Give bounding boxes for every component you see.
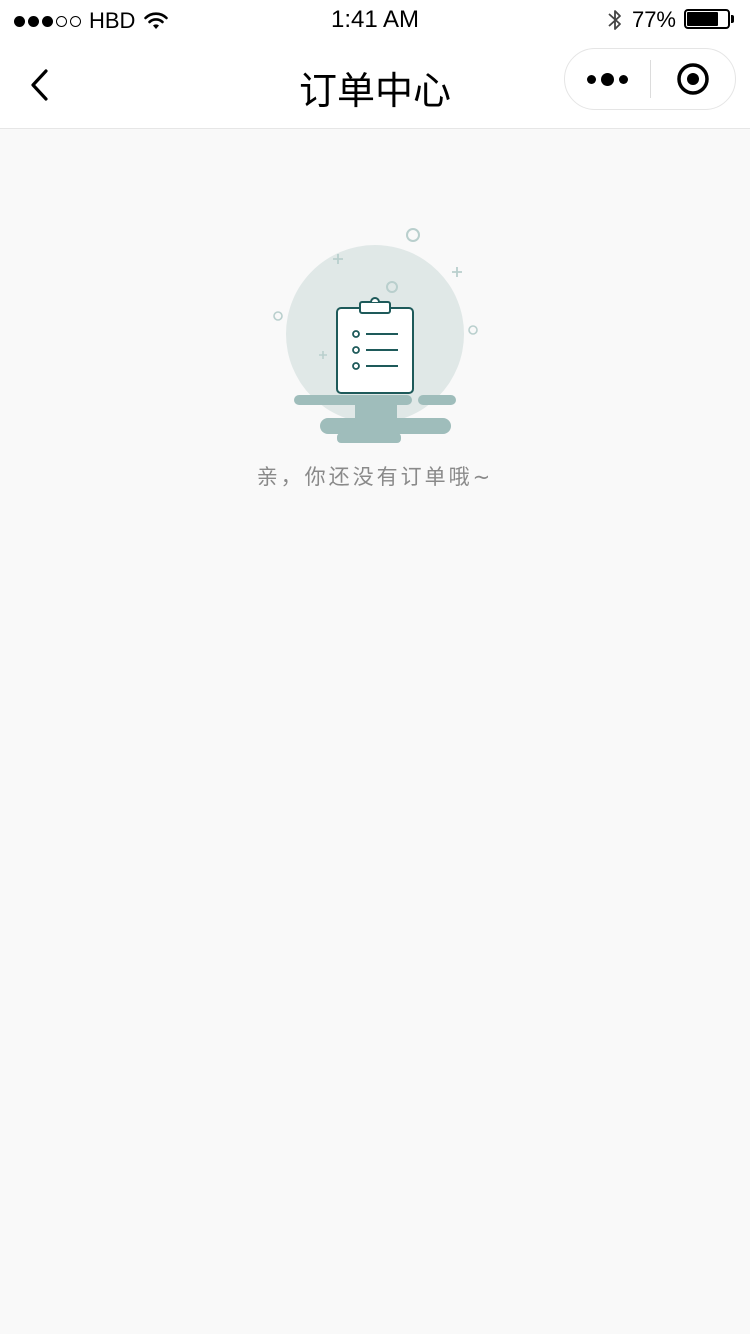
clipboard-icon (273, 228, 478, 443)
battery-icon (684, 9, 736, 31)
close-button[interactable] (651, 49, 736, 109)
empty-state-message: 亲，你还没有订单哦~ (256, 465, 494, 489)
bluetooth-icon (608, 10, 621, 30)
close-target-icon (677, 63, 709, 95)
more-button[interactable] (565, 49, 650, 109)
battery-percent: 77% (631, 7, 676, 32)
status-bar: HBD 1:41 AM 77% (0, 0, 750, 42)
mini-program-capsule (564, 48, 736, 110)
status-right: 77% (606, 7, 736, 33)
navigation-bar: 订单中心 (0, 42, 750, 129)
main-content: 亲，你还没有订单哦~ (0, 129, 750, 1334)
more-icon (586, 72, 628, 86)
